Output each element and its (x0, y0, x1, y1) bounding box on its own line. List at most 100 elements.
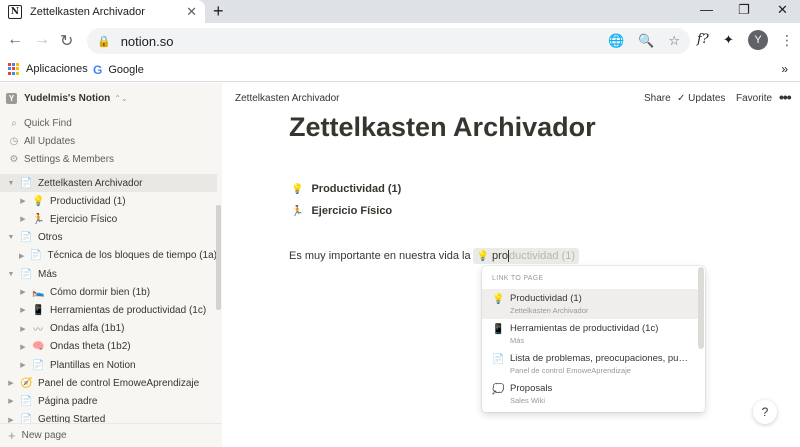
minimize-icon[interactable]: — (700, 2, 713, 17)
reload-icon[interactable]: ↻ (60, 31, 73, 51)
help-button[interactable]: ? (753, 400, 777, 424)
sidebar-quick-find[interactable]: ⌕ Quick Find (8, 118, 72, 129)
sidebar-tree-label: Ejercicio Físico (50, 213, 118, 225)
lock-icon[interactable]: 🔒 (97, 35, 111, 48)
tab-close-icon[interactable]: ✕ (186, 4, 197, 20)
tab-title: Zettelkasten Archivador (30, 5, 145, 18)
toggle-triangle-icon[interactable]: ▶ (18, 306, 28, 314)
toggle-triangle-icon[interactable]: ▶ (18, 252, 25, 260)
bookmark-apps[interactable]: Aplicaciones (8, 63, 88, 75)
page-emoji-icon: 📄 (20, 177, 33, 189)
page-emoji-icon: 📄 (20, 268, 33, 280)
sidebar-tree-item[interactable]: ▶ 📄 Página padre (0, 392, 217, 410)
sidebar-tree-item[interactable]: ▶ 🛌 Cómo dormir bien (1b) (0, 283, 217, 301)
page-emoji-icon: 💡 (32, 195, 45, 207)
sidebar-tree-item[interactable]: ▼ 📄 Zettelkasten Archivador (0, 174, 217, 192)
omnibox[interactable]: 🔒 notion.so 🌐 🔍 ☆ (87, 28, 690, 54)
toggle-triangle-icon[interactable]: ▶ (6, 379, 16, 387)
popup-item-subtitle: Panel de control EmoweAprendizaje (510, 366, 631, 375)
mention-ghost-text: ductividad (1) (508, 250, 575, 262)
toggle-triangle-icon[interactable]: ▶ (18, 343, 28, 351)
toggle-triangle-icon[interactable]: ▶ (18, 325, 28, 333)
popup-item-subtitle: Zettelkasten Archivador (510, 306, 589, 315)
toggle-triangle-icon[interactable]: ▶ (18, 288, 28, 296)
breadcrumb[interactable]: Zettelkasten Archivador (235, 93, 340, 104)
address-toolbar: ← → ↻ 🔒 notion.so 🌐 🔍 ☆ f? ✦ Y ⋮ (0, 23, 800, 59)
google-logo-icon: G (93, 63, 103, 77)
toggle-triangle-icon[interactable]: ▶ (18, 361, 28, 369)
sidebar-tree-item[interactable]: ▶ 💡 Productividad (1) (0, 192, 217, 210)
sidebar-tree-item[interactable]: ▶ 🧭 Panel de control EmoweAprendizaje (0, 374, 217, 392)
forward-arrow-icon[interactable]: → (34, 31, 50, 49)
lightbulb-icon: 💡 (291, 183, 304, 195)
maximize-icon[interactable]: ❐ (738, 2, 750, 18)
lightbulb-icon: 💡 (492, 294, 505, 305)
page-emoji-icon: 🏃 (32, 213, 45, 225)
sidebar-scrollbar[interactable] (216, 205, 221, 310)
share-button[interactable]: Share (644, 93, 671, 104)
sidebar-settings[interactable]: ⚙ Settings & Members (8, 154, 115, 165)
profile-avatar[interactable]: Y (748, 30, 768, 50)
sidebar-tree-item[interactable]: ▶ 📄 Plantillas en Notion (0, 356, 217, 374)
browser-tab[interactable]: N Zettelkasten Archivador ✕ (0, 0, 205, 23)
popup-item[interactable]: 📱 Herramientas de productividad (1c) Más (482, 319, 699, 349)
popup-item[interactable]: 💡 Productividad (1) Zettelkasten Archivad… (482, 289, 699, 319)
sidebar-tree-label: Más (38, 268, 57, 280)
puzzle-icon[interactable]: ✦ (723, 32, 734, 48)
page-emoji-icon: 📄 (20, 395, 33, 407)
workspace-switcher[interactable]: Y Yudelmis's Notion ⌃⌄ (6, 93, 128, 104)
sidebar-nav-label: Settings & Members (24, 154, 115, 165)
popup-scrollbar[interactable] (698, 267, 704, 349)
more-options-icon[interactable]: ••• (779, 89, 792, 105)
toggle-triangle-icon[interactable]: ▼ (6, 234, 16, 241)
new-tab-button[interactable]: + (213, 1, 224, 22)
toggle-triangle-icon[interactable]: ▶ (6, 397, 16, 405)
popup-item[interactable]: 📄 Lista de problemas, preocupaciones, pu… (482, 349, 699, 379)
translate-icon[interactable]: 🌐 (608, 33, 624, 49)
window-close-icon[interactable]: ✕ (777, 2, 788, 18)
page-link-ejercicio[interactable]: 🏃 Ejercicio Físico (291, 205, 392, 217)
workspace-icon: Y (6, 93, 17, 104)
sidebar-tree-item[interactable]: ▶ 📄 Técnica de los bloques de tiempo (1a) (0, 247, 217, 265)
page-emoji-icon: 🧭 (20, 377, 33, 389)
toggle-triangle-icon[interactable]: ▼ (6, 271, 16, 278)
gear-icon: ⚙ (9, 154, 19, 165)
toggle-triangle-icon[interactable]: ▼ (6, 180, 16, 187)
toggle-triangle-icon[interactable]: ▶ (18, 215, 28, 223)
page-title[interactable]: Zettelkasten Archivador (289, 112, 596, 143)
lightbulb-icon: 💡 (476, 250, 490, 262)
paragraph-block[interactable]: Es muy importante en nuestra vida la 💡 p… (289, 248, 579, 264)
sidebar-tree-label: Productividad (1) (50, 195, 126, 207)
inline-mention[interactable]: 💡 pro ductividad (1) (472, 248, 579, 264)
extension-f-icon[interactable]: f? (697, 32, 709, 47)
sidebar-tree-item[interactable]: ▶ 📱 Herramientas de productividad (1c) (0, 301, 217, 319)
favorite-button[interactable]: Favorite (736, 93, 772, 104)
sidebar-tree-item[interactable]: ▶ 🏃 Ejercicio Físico (0, 210, 217, 228)
browser-menu-icon[interactable]: ⋮ (780, 32, 794, 49)
page-emoji-icon: 〰 (33, 325, 43, 337)
sidebar-tree-item[interactable]: ▼ 📄 Otros (0, 229, 217, 247)
plus-icon: + (8, 428, 16, 443)
toggle-triangle-icon[interactable]: ▶ (18, 197, 28, 205)
bookmarks-more-icon[interactable]: » (781, 62, 788, 76)
speech-bubble-icon: 💭 (492, 384, 505, 395)
zoom-icon[interactable]: 🔍 (638, 33, 654, 49)
page-link-productividad[interactable]: 💡 Productividad (1) (291, 183, 401, 195)
updates-button[interactable]: ✓ Updates (677, 93, 725, 104)
popup-item-subtitle: Más (510, 336, 525, 345)
sidebar-tree-item[interactable]: ▶ 〰 Ondas alfa (1b1) (0, 320, 217, 338)
back-arrow-icon[interactable]: ← (7, 31, 23, 49)
popup-header: LINK TO PAGE (492, 275, 544, 282)
mention-typed-text: pro (492, 250, 508, 262)
sidebar: Y Yudelmis's Notion ⌃⌄ ⌕ Quick Find ◷ Al… (0, 83, 222, 447)
bookmark-google[interactable]: G Google (93, 63, 144, 77)
popup-item-title: Herramientas de productividad (1c) (510, 323, 659, 334)
url-text[interactable]: notion.so (121, 34, 594, 49)
sidebar-all-updates[interactable]: ◷ All Updates (8, 136, 76, 147)
sidebar-tree-item[interactable]: ▶ 🧠 Ondas theta (1b2) (0, 338, 217, 356)
star-icon[interactable]: ☆ (668, 33, 680, 49)
sidebar-tree-label: Ondas alfa (1b1) (50, 323, 125, 335)
sidebar-tree-item[interactable]: ▼ 📄 Más (0, 265, 217, 283)
popup-item[interactable]: 💭 Proposals Sales Wiki (482, 379, 699, 409)
new-page-button[interactable]: + New page (0, 423, 222, 447)
